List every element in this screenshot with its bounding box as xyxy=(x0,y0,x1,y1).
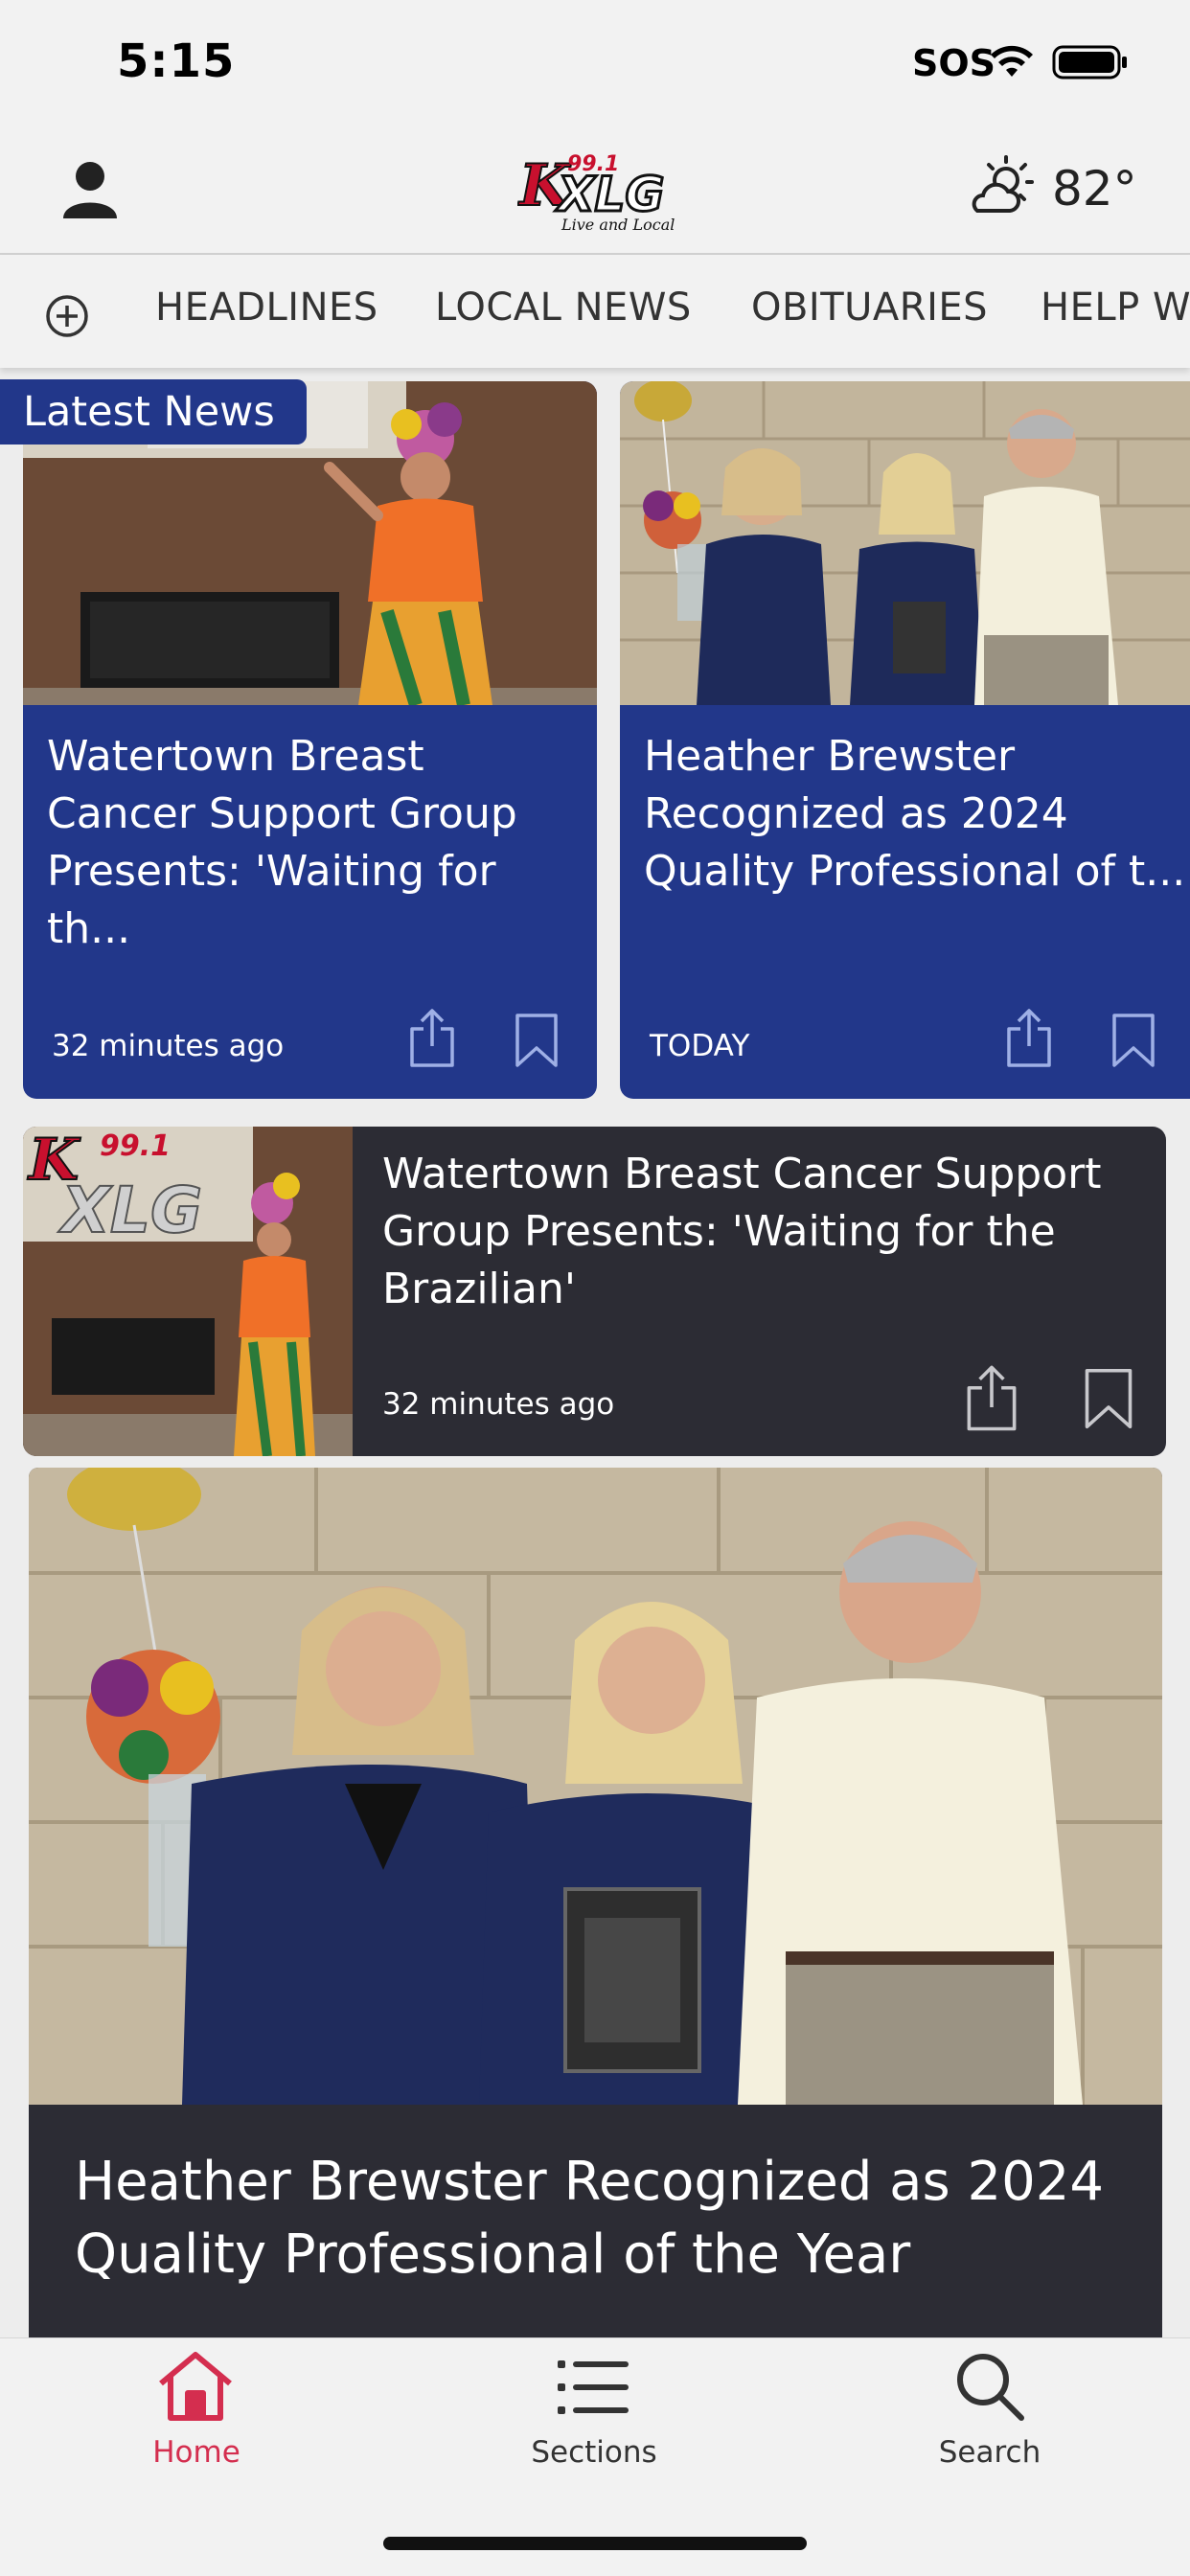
status-time: 5:15 xyxy=(117,34,236,88)
bookmark-icon[interactable] xyxy=(1083,1366,1134,1435)
list-item[interactable]: K XLG 99.1 Watertown Breast Cancer Suppo… xyxy=(23,1127,1166,1456)
feature-title[interactable]: Heather Brewster Recognized as 2024 Qual… xyxy=(75,2146,1129,2291)
news-card[interactable]: Heather Brewster Recognized as 2024 Qual… xyxy=(620,381,1190,1099)
nav-local-news[interactable]: LOCAL NEWS xyxy=(435,285,692,330)
feature-image xyxy=(29,1468,1162,2105)
tab-sections[interactable]: Sections xyxy=(498,2435,690,2470)
svg-text:XLG: XLG xyxy=(57,1174,202,1247)
article-image xyxy=(620,381,1190,705)
svg-text:Live and Local: Live and Local xyxy=(561,216,675,234)
feature-card[interactable]: Heather Brewster Recognized as 2024 Qual… xyxy=(29,1468,1162,2387)
list-item-timestamp: 32 minutes ago xyxy=(382,1387,615,1422)
bookmark-icon[interactable] xyxy=(514,1012,560,1073)
plus-circle-icon[interactable] xyxy=(44,293,90,343)
tab-search[interactable]: Search xyxy=(894,2435,1086,2470)
section-badge: Latest News xyxy=(0,379,307,445)
news-card[interactable]: G Watertown Breast Cancer Support Group … xyxy=(23,381,597,1099)
nav-help-wanted[interactable]: HELP W xyxy=(1041,285,1190,330)
tab-home[interactable]: Home xyxy=(101,2435,292,2470)
svg-text:99.1: 99.1 xyxy=(567,152,619,176)
card-timestamp: TODAY xyxy=(650,1029,750,1063)
list-item-title[interactable]: Watertown Breast Cancer Support Group Pr… xyxy=(382,1146,1139,1318)
home-icon[interactable] xyxy=(155,2349,236,2426)
share-icon[interactable] xyxy=(406,1008,458,1073)
battery-icon xyxy=(1052,44,1129,84)
nav-obituaries[interactable]: OBITUARIES xyxy=(751,285,988,330)
card-title[interactable]: Heather Brewster Recognized as 2024 Qual… xyxy=(644,728,1190,900)
wifi-icon xyxy=(989,44,1035,84)
partly-sunny-icon[interactable] xyxy=(966,153,1037,224)
home-indicator xyxy=(383,2537,807,2550)
status-sos: SOS xyxy=(912,42,996,84)
share-icon[interactable] xyxy=(1003,1008,1055,1073)
share-icon[interactable] xyxy=(962,1364,1021,1437)
nav-headlines[interactable]: HEADLINES xyxy=(155,285,378,330)
list-icon[interactable] xyxy=(558,2359,630,2420)
station-logo[interactable]: K XLG 99.1 Live and Local xyxy=(516,142,680,241)
person-icon[interactable] xyxy=(61,159,119,224)
article-thumbnail: K XLG 99.1 xyxy=(23,1127,353,1456)
temperature[interactable]: 82° xyxy=(1052,161,1137,217)
svg-text:99.1: 99.1 xyxy=(100,1129,171,1163)
card-title[interactable]: Watertown Breast Cancer Support Group Pr… xyxy=(47,728,574,958)
search-icon[interactable] xyxy=(954,2351,1027,2428)
card-timestamp: 32 minutes ago xyxy=(52,1029,285,1063)
bookmark-icon[interactable] xyxy=(1110,1012,1156,1073)
